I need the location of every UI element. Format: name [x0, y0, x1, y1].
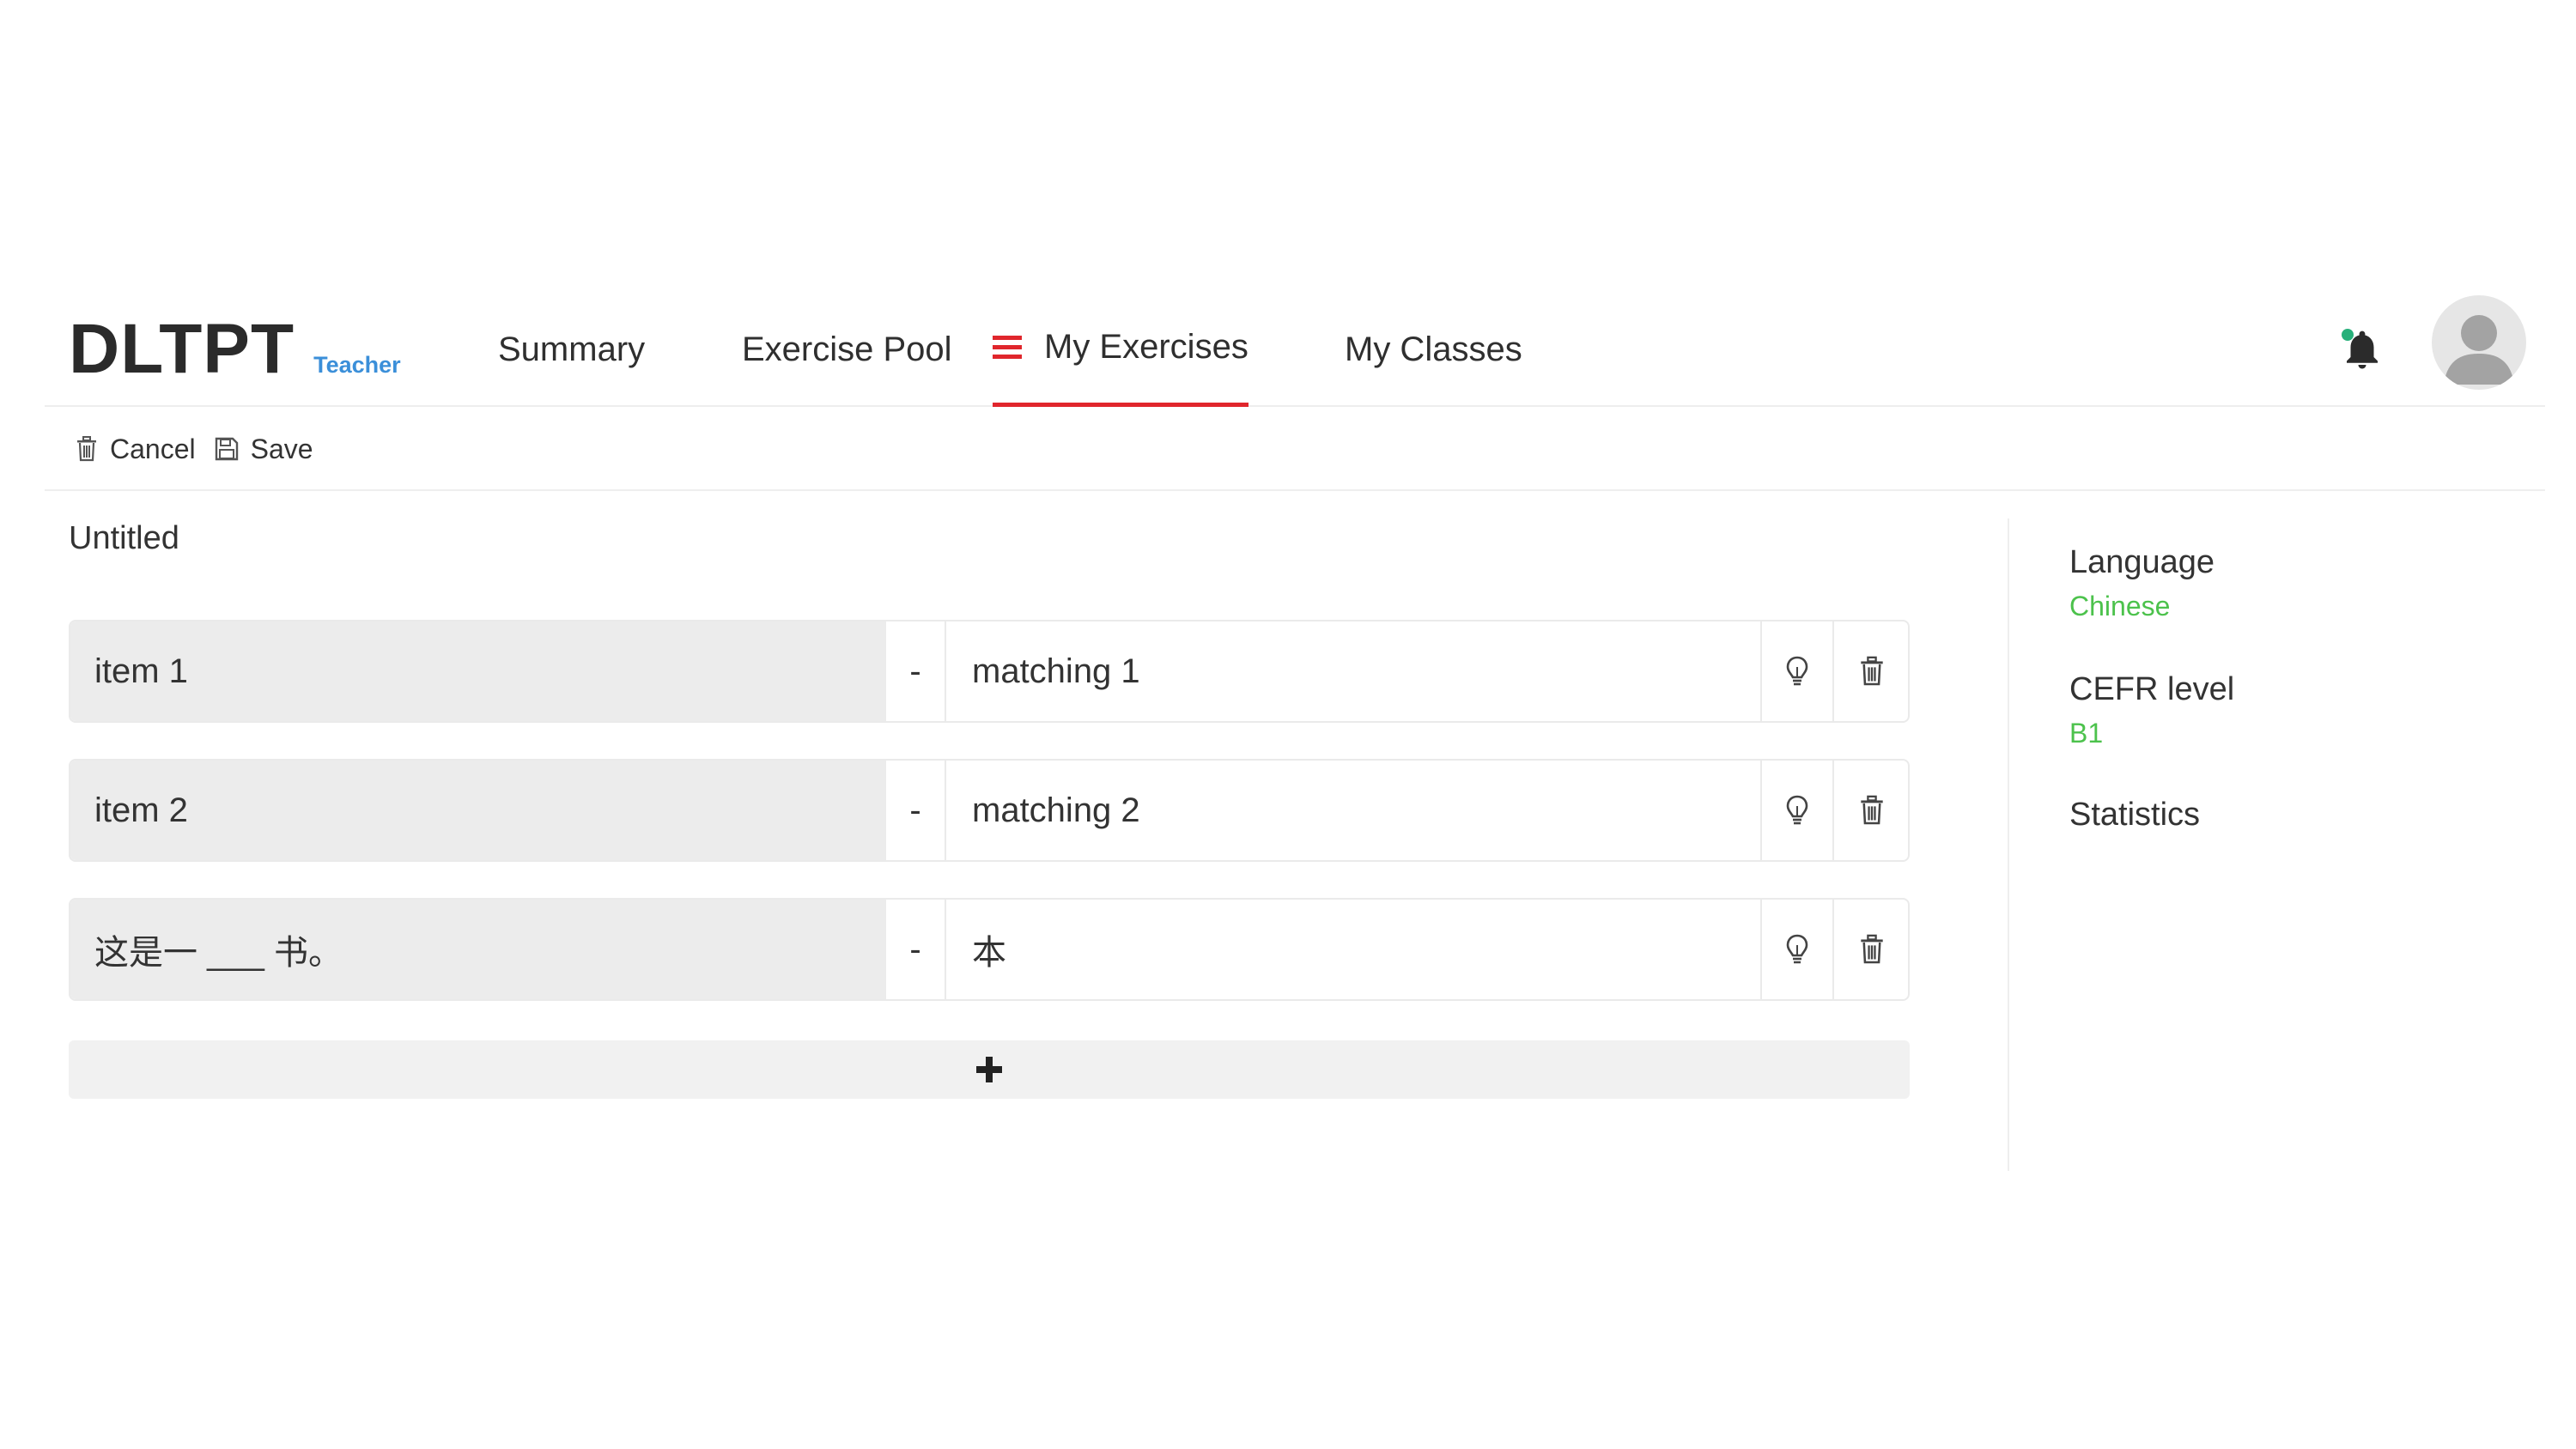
language-label: Language	[2069, 544, 2215, 580]
brand-name: DLTPT	[69, 310, 295, 388]
brand[interactable]: DLTPT Teacher	[69, 309, 401, 390]
nav-my-classes[interactable]: My Classes	[1345, 292, 1522, 407]
save-label: Save	[250, 433, 313, 464]
plus-icon	[976, 1057, 1002, 1082]
notification-dot	[2342, 329, 2354, 341]
floppy-disk-icon	[215, 437, 238, 461]
row-separator: -	[886, 621, 946, 721]
cefr-level-value: B1	[2069, 718, 2104, 749]
save-button[interactable]: Save	[215, 433, 313, 465]
user-avatar-icon[interactable]	[2432, 295, 2526, 390]
matching-row: 这是一 ___ 书。 - 本	[69, 898, 1910, 1001]
item-input[interactable]: 这是一 ___ 书。	[70, 900, 886, 999]
match-input[interactable]: 本	[946, 900, 1762, 999]
nav-my-exercises-label: My Exercises	[1044, 328, 1249, 366]
row-separator: -	[886, 900, 946, 999]
cancel-button[interactable]: Cancel	[76, 433, 196, 465]
lightbulb-icon[interactable]	[1762, 621, 1834, 721]
item-input[interactable]: item 2	[70, 761, 886, 860]
role-label: Teacher	[313, 352, 401, 378]
nav-summary-label: Summary	[498, 330, 646, 368]
nav-exercise-pool-label: Exercise Pool	[742, 330, 952, 368]
item-input[interactable]: item 1	[70, 621, 886, 721]
nav-exercise-pool[interactable]: Exercise Pool	[742, 292, 952, 407]
hamburger-icon	[993, 335, 1022, 361]
lightbulb-icon[interactable]	[1762, 900, 1834, 999]
matching-row: item 2 - matching 2	[69, 759, 1910, 862]
sidebar-divider	[2008, 518, 2009, 1171]
matching-row: item 1 - matching 1	[69, 620, 1910, 723]
delete-row-trash-icon[interactable]	[1834, 621, 1908, 721]
match-input[interactable]: matching 2	[946, 761, 1762, 860]
add-row-button[interactable]	[69, 1040, 1910, 1099]
statistics-label[interactable]: Statistics	[2069, 797, 2200, 834]
bell-icon[interactable]	[2339, 326, 2385, 373]
top-navbar: DLTPT Teacher Summary Exercise Pool My E…	[45, 292, 2545, 407]
nav-my-exercises[interactable]: My Exercises	[993, 292, 1249, 407]
cancel-label: Cancel	[110, 433, 196, 464]
match-input[interactable]: matching 1	[946, 621, 1762, 721]
nav-my-classes-label: My Classes	[1345, 330, 1522, 368]
language-value: Chinese	[2069, 591, 2171, 621]
delete-row-trash-icon[interactable]	[1834, 761, 1908, 860]
exercise-title[interactable]: Untitled	[69, 520, 179, 557]
lightbulb-icon[interactable]	[1762, 761, 1834, 860]
row-separator: -	[886, 761, 946, 860]
trash-icon	[77, 436, 96, 462]
delete-row-trash-icon[interactable]	[1834, 900, 1908, 999]
cefr-level-label: CEFR level	[2069, 671, 2235, 707]
nav-summary[interactable]: Summary	[498, 292, 645, 407]
editor-toolbar: Cancel Save	[45, 409, 2545, 491]
